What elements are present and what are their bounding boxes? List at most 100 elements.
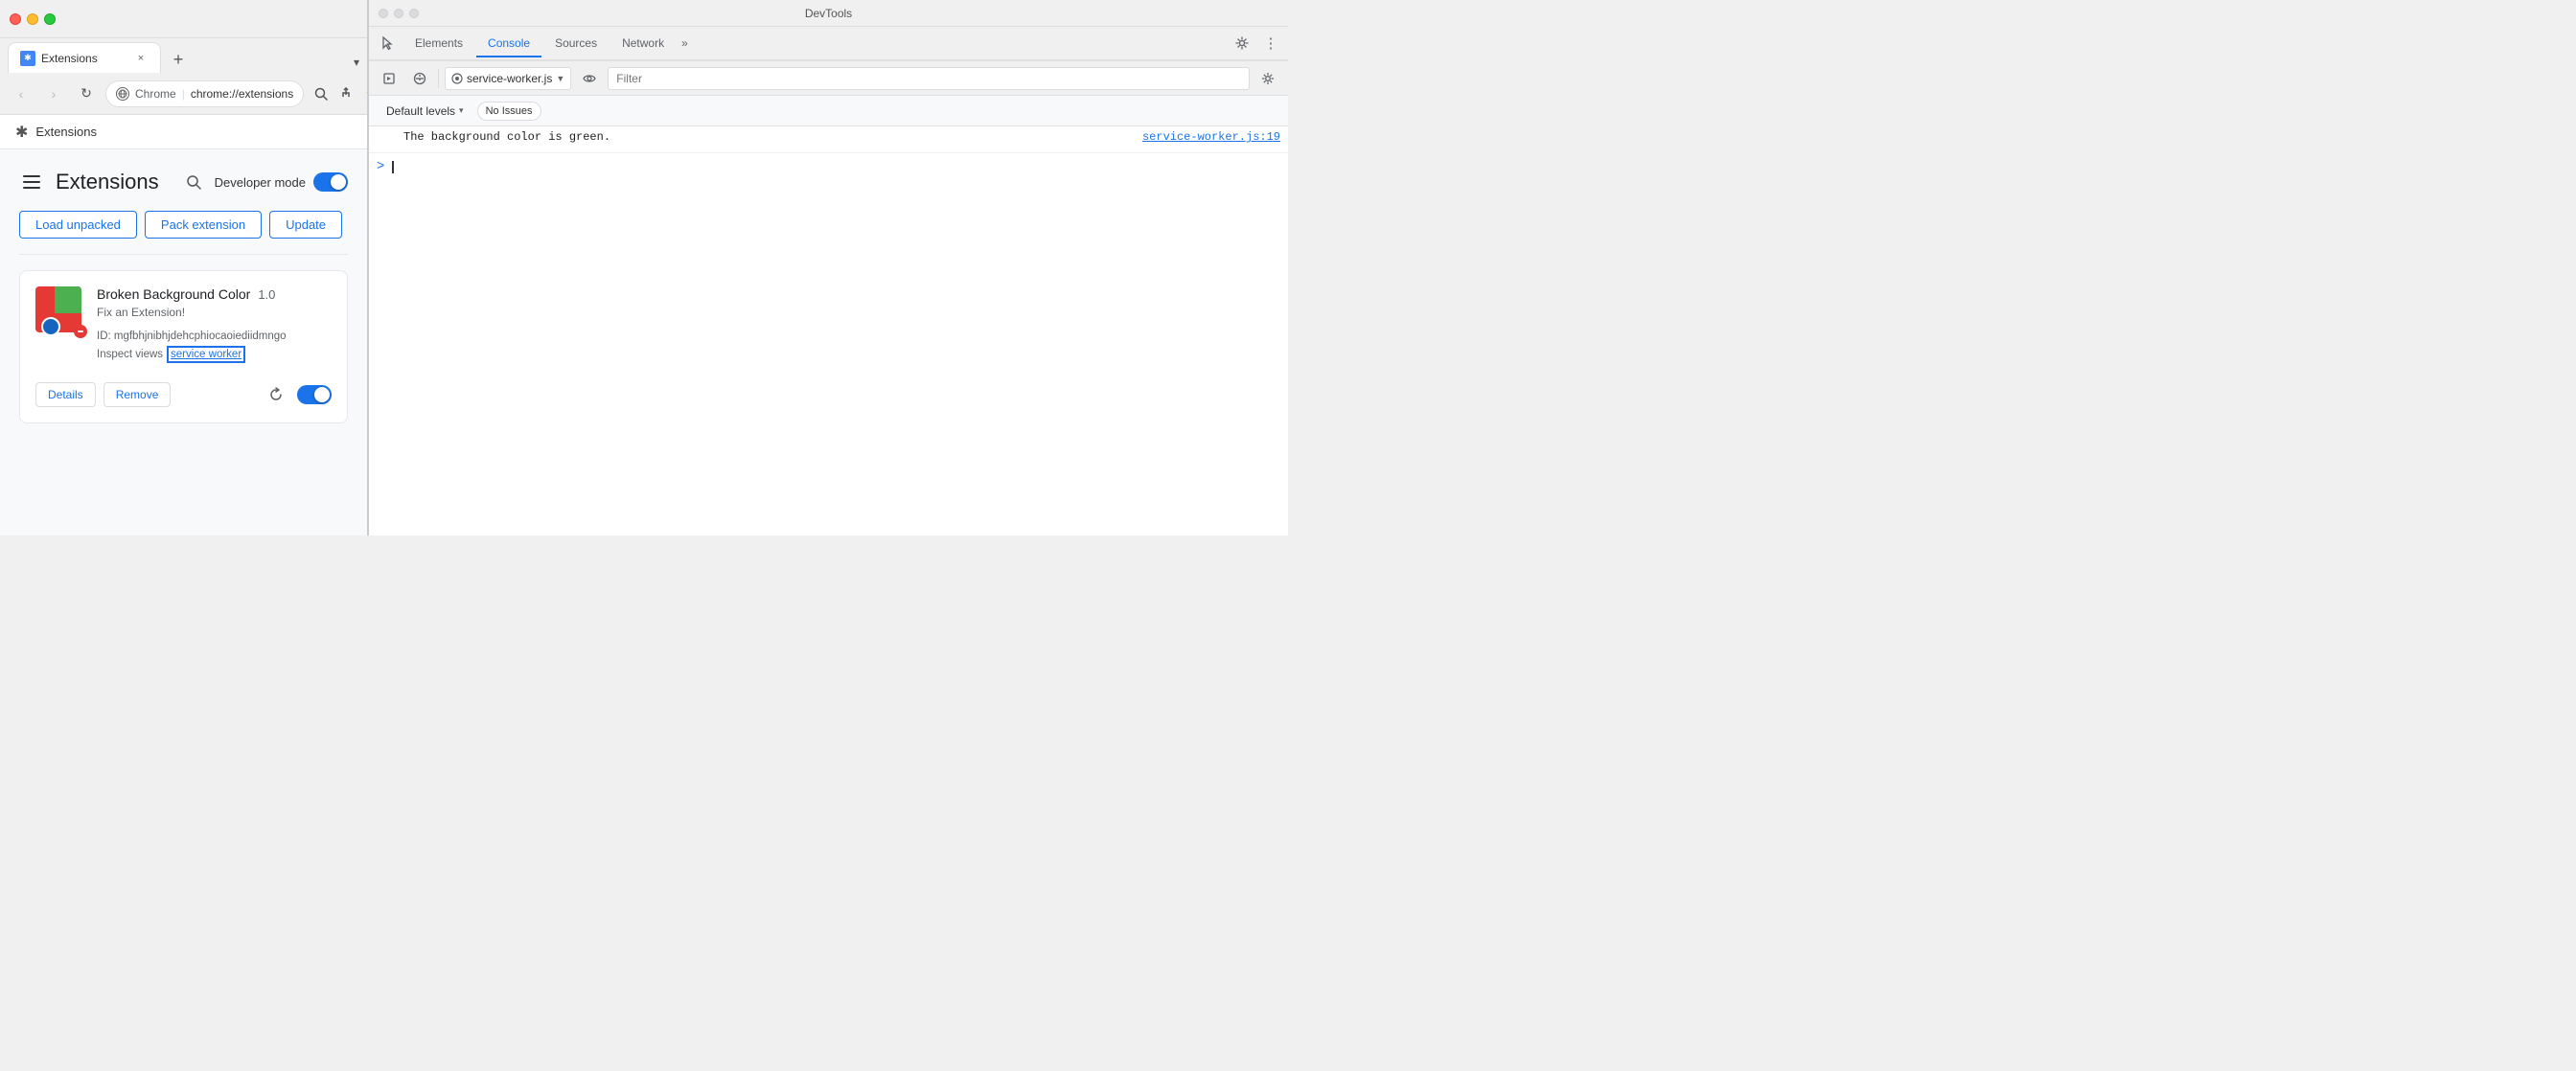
breadcrumb-label: Extensions	[35, 125, 97, 139]
card-bottom: Details Remove	[35, 375, 332, 407]
toolbar-divider	[438, 69, 439, 88]
developer-mode-toggle[interactable]	[313, 172, 348, 192]
extension-description: Fix an Extension!	[97, 306, 332, 319]
extensions-main-content: Extensions Developer mode Load unpacked …	[0, 149, 367, 536]
remove-button[interactable]: Remove	[104, 382, 172, 407]
devtools-window: DevTools Elements Console Sources Networ…	[368, 0, 1288, 536]
address-prefix: Chrome	[135, 87, 176, 101]
search-button[interactable]	[180, 169, 207, 195]
extension-inspect-views: Inspect views service worker	[97, 346, 332, 363]
hamburger-line-3	[23, 187, 40, 189]
extensions-header: Extensions Developer mode	[19, 169, 348, 195]
eye-button[interactable]	[577, 66, 602, 91]
extension-icon-overlay	[41, 317, 60, 336]
address-url: chrome://extensions	[191, 87, 293, 101]
log-source-link[interactable]: service-worker.js:19	[1142, 130, 1280, 144]
extensions-tab[interactable]: ✱ Extensions ×	[8, 42, 161, 73]
levels-arrow-icon: ▾	[459, 105, 464, 116]
tab-close-button[interactable]: ×	[133, 51, 149, 66]
ext-name-row: Broken Background Color 1.0	[97, 286, 332, 302]
share-button[interactable]	[334, 82, 357, 105]
hamburger-line-1	[23, 175, 40, 177]
divider	[19, 254, 348, 255]
devtools-maximize-light[interactable]	[409, 9, 419, 18]
tab-bar-end: ▾	[354, 56, 359, 73]
extension-name: Broken Background Color	[97, 286, 250, 302]
context-selector[interactable]: service-worker.js ▼	[445, 67, 571, 90]
new-tab-button[interactable]: +	[165, 46, 192, 73]
extension-icon-badge	[74, 325, 87, 338]
prompt-cursor[interactable]	[392, 161, 394, 173]
address-bar: ‹ › ↻ Chrome | chrome://extensions	[0, 73, 367, 115]
details-button[interactable]: Details	[35, 382, 96, 407]
browser-title-bar	[0, 0, 367, 38]
forward-button[interactable]: ›	[40, 80, 67, 107]
minimize-traffic-light[interactable]	[27, 13, 38, 25]
action-buttons: Load unpacked Pack extension Update	[19, 211, 348, 239]
refresh-button[interactable]: ↻	[73, 80, 100, 107]
tab-bar: ✱ Extensions × + ▾	[0, 38, 367, 73]
console-settings-button[interactable]	[1255, 66, 1280, 91]
card-right	[264, 383, 332, 406]
hamburger-menu[interactable]	[19, 171, 44, 193]
load-unpacked-button[interactable]: Load unpacked	[19, 211, 137, 239]
title-group: Extensions	[19, 170, 159, 194]
card-actions: Details Remove	[35, 382, 171, 407]
devtools-title-bar: DevTools	[369, 0, 1288, 27]
prompt-arrow: >	[377, 159, 384, 174]
pack-extension-button[interactable]: Pack extension	[145, 211, 262, 239]
extension-info: Broken Background Color 1.0 Fix an Exten…	[97, 286, 332, 363]
devtools-cursor-button[interactable]	[373, 29, 402, 57]
traffic-lights	[10, 13, 56, 25]
devtools-close-light[interactable]	[379, 9, 388, 18]
dropdown-arrow: ▼	[556, 74, 564, 83]
card-top: Broken Background Color 1.0 Fix an Exten…	[35, 286, 332, 363]
console-log-entry: The background color is green. service-w…	[369, 126, 1288, 153]
maximize-traffic-light[interactable]	[44, 13, 56, 25]
tab-sources[interactable]: Sources	[543, 31, 609, 57]
devtools-settings-button[interactable]	[1229, 30, 1255, 57]
log-text: The background color is green.	[403, 130, 1131, 144]
console-output: The background color is green. service-w…	[369, 126, 1288, 536]
devtools-minimize-light[interactable]	[394, 9, 403, 18]
console-prompt[interactable]: >	[369, 153, 1288, 180]
hamburger-line-2	[23, 181, 40, 183]
site-icon	[116, 87, 129, 101]
reload-extension-button[interactable]	[264, 383, 288, 406]
console-toolbar: service-worker.js ▼	[369, 61, 1288, 96]
breadcrumb-bar: ✱ Extensions	[0, 115, 367, 149]
filter-input[interactable]	[608, 67, 1250, 90]
update-button[interactable]: Update	[269, 211, 342, 239]
console-levels-bar: Default levels ▾ No Issues	[369, 96, 1288, 126]
devtools-title: DevTools	[805, 7, 852, 20]
extension-icon	[35, 286, 85, 336]
tab-overflow-button[interactable]: »	[678, 31, 692, 56]
devtools-tab-bar: Elements Console Sources Network » ⋮	[369, 27, 1288, 61]
no-issues-badge[interactable]: No Issues	[477, 102, 541, 121]
default-levels-button[interactable]: Default levels ▾	[380, 102, 470, 121]
developer-mode-label: Developer mode	[215, 175, 306, 190]
developer-mode-group: Developer mode	[180, 169, 348, 195]
run-button[interactable]	[377, 66, 402, 91]
page-title: Extensions	[56, 170, 159, 194]
devtools-more-button[interactable]: ⋮	[1257, 30, 1284, 57]
back-button[interactable]: ‹	[8, 80, 34, 107]
tab-network[interactable]: Network	[610, 31, 676, 57]
zoom-button[interactable]	[310, 82, 333, 105]
tab-label: Extensions	[41, 52, 98, 65]
tab-favicon: ✱	[20, 51, 35, 66]
tab-console[interactable]: Console	[476, 31, 541, 57]
tab-elements[interactable]: Elements	[403, 31, 474, 57]
inspect-label: Inspect views	[97, 349, 163, 360]
default-levels-label: Default levels	[386, 104, 455, 118]
close-traffic-light[interactable]	[10, 13, 21, 25]
browser-window: ✱ Extensions × + ▾ ‹ › ↻ Chrome | chrome…	[0, 0, 368, 536]
extension-enabled-toggle[interactable]	[297, 385, 332, 404]
address-separator: |	[182, 87, 185, 101]
service-worker-link[interactable]: service worker	[167, 346, 245, 363]
address-input[interactable]: Chrome | chrome://extensions	[105, 80, 304, 107]
clear-console-button[interactable]	[407, 66, 432, 91]
extension-version: 1.0	[258, 287, 275, 302]
breadcrumb-icon: ✱	[15, 123, 28, 142]
service-worker-label: service-worker.js	[467, 72, 552, 85]
